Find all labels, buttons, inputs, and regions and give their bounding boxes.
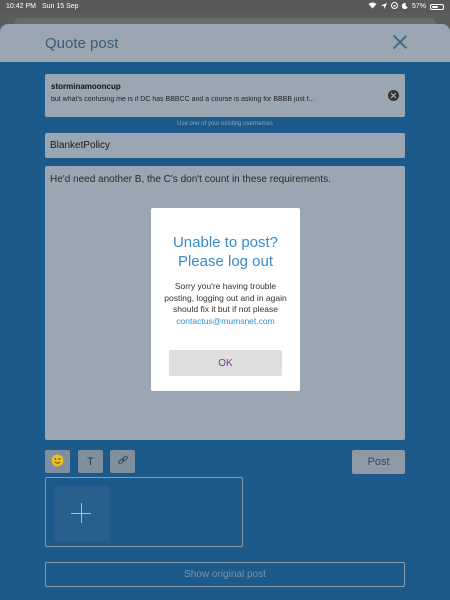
text-format-button[interactable]: T <box>78 450 103 473</box>
status-time: 10:42 PM <box>6 3 36 10</box>
quoted-username: storminamooncup <box>51 82 121 91</box>
location-icon <box>380 2 387 11</box>
close-icon[interactable] <box>392 34 408 50</box>
username-field[interactable]: BlanketPolicy <box>45 133 405 158</box>
modal-title: Quote post <box>45 34 119 52</box>
battery-percent: 57% <box>411 3 426 10</box>
alert-message: Sorry you're having trouble posting, log… <box>151 281 300 327</box>
remove-quote-icon[interactable] <box>388 90 399 101</box>
show-original-post-button[interactable]: Show original post <box>45 562 405 587</box>
battery-icon <box>430 3 444 10</box>
link-icon <box>117 454 129 469</box>
post-button[interactable]: Post <box>352 450 405 474</box>
username-hint: Use one of your existing usernames <box>177 121 273 127</box>
ok-button[interactable]: OK <box>169 350 282 376</box>
unable-to-post-alert: Unable to post? Please log out Sorry you… <box>151 208 300 391</box>
quoted-post: storminamooncup but what's confusing me … <box>45 74 405 117</box>
quoted-text: but what's confusing me is if DC has BBB… <box>51 96 315 103</box>
lock-rotation-icon <box>390 2 398 11</box>
smiley-icon <box>51 454 64 470</box>
contact-email-link[interactable]: contactus@mumsnet.com <box>163 316 288 328</box>
modal-header: Quote post <box>0 24 450 62</box>
status-bar: 10:42 PM Sun 15 Sep 57% <box>0 0 450 13</box>
emoji-button[interactable] <box>45 450 70 473</box>
alert-message-text: Sorry you're having trouble posting, log… <box>164 281 287 314</box>
image-upload-area <box>45 477 243 547</box>
battery-fill <box>432 5 438 8</box>
wifi-icon <box>368 2 377 11</box>
link-button[interactable] <box>110 450 135 473</box>
alert-title: Unable to post? Please log out <box>172 234 279 270</box>
text-format-label: T <box>87 455 94 468</box>
moon-icon <box>401 2 408 11</box>
add-image-button[interactable] <box>54 486 109 541</box>
status-date: Sun 15 Sep <box>41 3 79 10</box>
